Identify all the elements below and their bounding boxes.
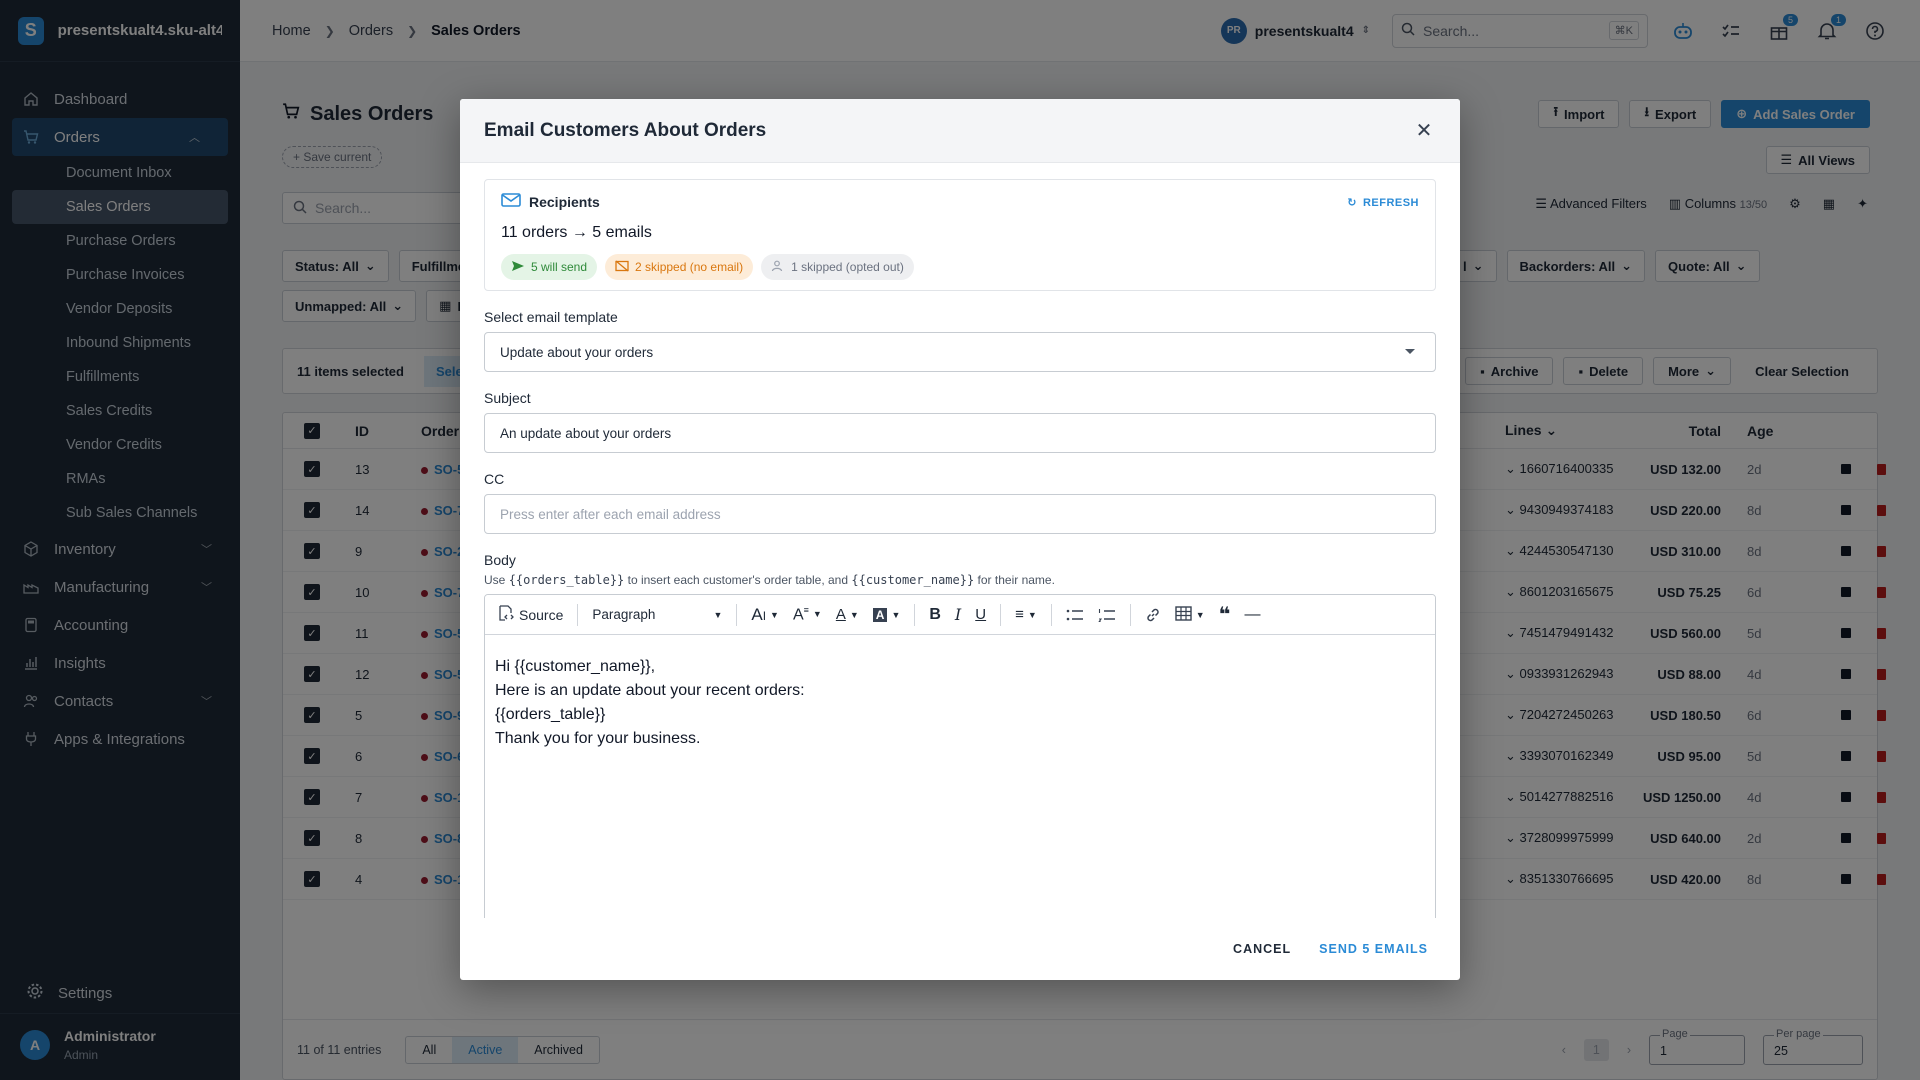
source-label: Source — [519, 606, 564, 623]
recipients-summary: 11 orders → 5 emails — [501, 224, 652, 241]
paragraph-select[interactable]: Paragraph ▼ — [592, 607, 722, 622]
table-icon — [1175, 605, 1192, 624]
chevron-down-icon: ▼ — [1027, 609, 1037, 620]
source-button[interactable]: Source — [497, 605, 563, 624]
body-line: Here is an update about your recent orde… — [495, 682, 805, 699]
cc-input[interactable]: Press enter after each email address — [484, 494, 1436, 534]
font-family-icon: A≡ — [792, 604, 809, 624]
font-size-icon: AI — [751, 604, 767, 624]
font-size-button[interactable]: AI ▼ — [751, 605, 779, 625]
body-line: Thank you for your business. — [495, 730, 701, 747]
editor-content[interactable]: Hi {{customer_name}}, Here is an update … — [485, 635, 1435, 771]
recipients-label: Recipients — [529, 193, 600, 210]
mail-icon — [501, 192, 521, 211]
chevron-down-icon: ▼ — [1195, 609, 1205, 620]
chevron-down-icon: ▼ — [849, 609, 859, 620]
toolbar-divider — [736, 603, 738, 626]
highlight-button[interactable]: A ▼ — [872, 607, 901, 622]
recipients-card: Recipients ↻ REFRESH 11 orders → 5 email… — [484, 179, 1436, 291]
horizontal-line-icon[interactable]: — — [1244, 606, 1260, 624]
email-customers-modal: Email Customers About Orders ✕ Recipient… — [460, 99, 1460, 980]
modal-header: Email Customers About Orders ✕ — [460, 99, 1460, 163]
link-icon[interactable] — [1145, 607, 1161, 623]
quote-icon[interactable]: ❝ — [1219, 602, 1231, 627]
modal-footer: CANCEL SEND 5 EMAILS — [460, 918, 1460, 980]
italic-icon[interactable]: I — [955, 605, 961, 624]
recipients-header: Recipients — [501, 192, 1419, 211]
refresh-icon: ↻ — [1347, 197, 1357, 209]
hint-customer-token: {{customer_name}} — [851, 573, 975, 587]
source-icon — [497, 605, 515, 624]
hint-mid: to insert each customer's order table, a… — [627, 573, 849, 587]
template-select[interactable]: Update about your orders — [484, 332, 1436, 372]
rich-text-editor: Source Paragraph ▼ AI ▼ A≡ ▼ A ▼ A ▼ B I U ≡… — [484, 594, 1436, 918]
body-line: {{orders_table}} — [495, 706, 606, 723]
refresh-label: REFRESH — [1362, 196, 1419, 209]
numbered-list-icon[interactable] — [1098, 608, 1116, 622]
subject-label: Subject — [484, 390, 531, 406]
template-select-value: Update about your orders — [500, 344, 654, 360]
caret-down-icon — [1405, 349, 1415, 354]
font-color-icon: A — [835, 606, 846, 623]
highlight-icon: A — [872, 607, 888, 622]
person-off-icon — [771, 260, 785, 275]
font-family-button[interactable]: A≡ ▼ — [793, 605, 822, 624]
skipped-opted-out-label: 1 skipped (opted out) — [791, 260, 904, 274]
send-emails-button[interactable]: SEND 5 EMAILS — [1319, 942, 1428, 956]
font-color-button[interactable]: A ▼ — [836, 606, 859, 623]
toolbar-divider — [1129, 603, 1131, 626]
subject-input[interactable]: An update about your orders — [484, 413, 1436, 453]
will-send-label: 5 will send — [531, 260, 588, 274]
hint-orders-token: {{orders_table}} — [508, 573, 625, 587]
chevron-down-icon: ▼ — [891, 609, 901, 620]
chevron-down-icon: ▼ — [812, 609, 822, 620]
align-left-icon: ≡ — [1015, 606, 1024, 623]
bullet-list-icon[interactable] — [1066, 608, 1084, 622]
hint-use: Use — [484, 573, 506, 587]
toolbar-divider — [914, 603, 916, 626]
cc-label: CC — [484, 471, 505, 487]
skipped-opted-out-pill: 1 skipped (opted out) — [761, 254, 914, 280]
close-icon[interactable]: ✕ — [1412, 119, 1436, 143]
bold-icon[interactable]: B — [929, 606, 941, 624]
chevron-down-icon: ▼ — [713, 609, 723, 620]
toolbar-divider — [577, 603, 579, 626]
body-label: Body — [484, 552, 516, 568]
chevron-down-icon: ▼ — [770, 609, 779, 620]
modal-body: Recipients ↻ REFRESH 11 orders → 5 email… — [460, 163, 1460, 918]
body-hint: Use {{orders_table}} to insert each cust… — [484, 573, 1436, 587]
body-line: Hi {{customer_name}}, — [495, 658, 656, 675]
recipient-pills: 5 will send 2 skipped (no email) 1 skipp… — [501, 254, 1419, 280]
template-label: Select email template — [484, 309, 618, 325]
will-send-pill: 5 will send — [501, 254, 598, 280]
skipped-no-email-label: 2 skipped (no email) — [635, 260, 744, 274]
modal-title: Email Customers About Orders — [484, 119, 767, 141]
underline-icon[interactable]: U — [975, 606, 986, 623]
align-button[interactable]: ≡ ▼ — [1015, 606, 1037, 623]
refresh-button[interactable]: ↻ REFRESH — [1347, 196, 1419, 210]
toolbar-divider — [1000, 603, 1002, 626]
cancel-button[interactable]: CANCEL — [1233, 942, 1291, 956]
hint-end: for their name. — [977, 573, 1055, 587]
paragraph-label: Paragraph — [592, 607, 656, 622]
skipped-no-email-pill: 2 skipped (no email) — [605, 254, 754, 280]
mail-off-icon — [615, 260, 629, 275]
send-icon — [511, 260, 525, 275]
table-insert-button[interactable]: ▼ — [1175, 605, 1205, 624]
toolbar-divider — [1050, 603, 1052, 626]
editor-toolbar: Source Paragraph ▼ AI ▼ A≡ ▼ A ▼ A ▼ B I U ≡… — [485, 595, 1435, 635]
